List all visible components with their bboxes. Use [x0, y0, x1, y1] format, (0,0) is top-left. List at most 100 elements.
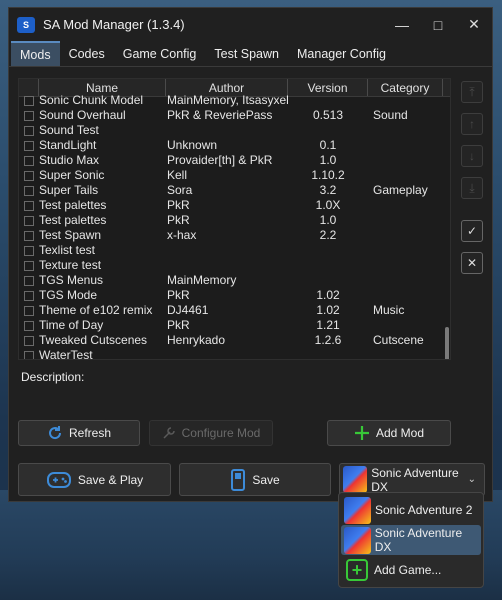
- uncheck-all-button[interactable]: ✕: [461, 252, 483, 274]
- mod-name-cell: Sound Test: [39, 123, 99, 137]
- mod-author-cell: Sora: [167, 183, 193, 197]
- grid-scrollbar[interactable]: [442, 97, 450, 359]
- row-checkbox[interactable]: [19, 348, 39, 359]
- table-row[interactable]: TGS Menus MainMemory: [19, 273, 450, 288]
- table-row[interactable]: StandLight Unknown 0.1: [19, 138, 450, 153]
- dropdown-item-add-game[interactable]: + Add Game...: [341, 555, 481, 585]
- mod-version-cell: 1.2.6: [314, 333, 342, 347]
- close-button[interactable]: ✕: [456, 10, 492, 40]
- move-down-icon: ↓: [469, 149, 475, 163]
- mod-version-cell: 3.2: [319, 183, 337, 197]
- mod-author-cell: Kell: [167, 168, 188, 182]
- row-checkbox[interactable]: [19, 108, 39, 123]
- sonic-adventure-dx-thumbnail: [344, 526, 371, 554]
- table-row[interactable]: Sound Overhaul PkR & ReveriePass 0.513 Soun…: [19, 108, 450, 123]
- table-row[interactable]: Sound Test: [19, 123, 450, 138]
- move-up-button[interactable]: ↑: [461, 113, 483, 135]
- uncheck-all-icon: ✕: [466, 256, 478, 270]
- table-row[interactable]: Texlist test: [19, 243, 450, 258]
- mod-version-cell: [288, 93, 368, 108]
- row-checkbox[interactable]: [19, 213, 39, 228]
- table-row[interactable]: WaterTest: [19, 348, 450, 359]
- row-checkbox[interactable]: [19, 288, 39, 303]
- app-logo-icon: S: [17, 16, 35, 33]
- row-checkbox[interactable]: [19, 153, 39, 168]
- configure-mod-label: Configure Mod: [181, 426, 261, 440]
- mod-name-cell: Theme of e102 remix: [39, 303, 153, 317]
- row-checkbox[interactable]: [19, 123, 39, 138]
- table-row[interactable]: Super Tails Sora 3.2 Gameplay: [19, 183, 450, 198]
- configure-mod-button[interactable]: Configure Mod: [149, 420, 273, 446]
- dropdown-item-label: Sonic Adventure 2: [375, 503, 473, 517]
- row-checkbox[interactable]: [19, 168, 39, 183]
- move-top-button[interactable]: ⤒: [461, 81, 483, 103]
- mod-name-cell: StandLight: [39, 138, 97, 152]
- mod-category-cell: [368, 243, 450, 258]
- row-checkbox[interactable]: [19, 183, 39, 198]
- mod-name-cell: Super Sonic: [39, 168, 105, 182]
- window-title: SA Mod Manager (1.3.4): [43, 17, 185, 32]
- mod-version-cell: 0.1: [319, 138, 337, 152]
- row-checkbox[interactable]: [19, 243, 39, 258]
- row-checkbox[interactable]: [19, 228, 39, 243]
- row-checkbox[interactable]: [19, 93, 39, 108]
- mod-version-cell: 1.02: [316, 288, 340, 302]
- move-bottom-icon: ⤓: [469, 180, 475, 195]
- mod-version-cell: 2.2: [319, 228, 337, 242]
- mod-category-cell: Music: [373, 303, 405, 317]
- table-row[interactable]: Time of Day PkR 1.21: [19, 318, 450, 333]
- row-checkbox[interactable]: [19, 258, 39, 273]
- table-row[interactable]: Texture test: [19, 258, 450, 273]
- tab-test-spawn[interactable]: Test Spawn: [205, 41, 288, 66]
- mod-version-cell: 1.0X: [315, 198, 341, 212]
- table-row[interactable]: Test palettes PkR 1.0: [19, 213, 450, 228]
- table-row[interactable]: Super Sonic Kell 1.10.2: [19, 168, 450, 183]
- table-row[interactable]: Theme of e102 remix DJ4461 1.02 Music: [19, 303, 450, 318]
- game-dropdown: Sonic Adventure 2 Sonic Adventure DX + A…: [338, 492, 484, 588]
- description-label: Description:: [21, 370, 85, 384]
- minimize-button[interactable]: —: [384, 10, 420, 40]
- tab-game-config[interactable]: Game Config: [114, 41, 206, 66]
- mod-category-cell: [368, 198, 450, 213]
- title-bar[interactable]: S SA Mod Manager (1.3.4) — □ ✕: [9, 8, 492, 41]
- move-down-button[interactable]: ↓: [461, 145, 483, 167]
- row-checkbox[interactable]: [19, 273, 39, 288]
- table-row[interactable]: Test palettes PkR 1.0X: [19, 198, 450, 213]
- tab-manager-config[interactable]: Manager Config: [288, 41, 395, 66]
- refresh-icon: [47, 425, 63, 441]
- add-mod-button[interactable]: Add Mod: [327, 420, 451, 446]
- row-checkbox[interactable]: [19, 138, 39, 153]
- mod-author-cell: [166, 123, 288, 138]
- table-row[interactable]: Test Spawn x-hax 2.2: [19, 228, 450, 243]
- row-checkbox[interactable]: [19, 303, 39, 318]
- table-row[interactable]: TGS Mode PkR 1.02: [19, 288, 450, 303]
- row-checkbox[interactable]: [19, 198, 39, 213]
- save-button[interactable]: Save: [179, 463, 331, 496]
- refresh-button[interactable]: Refresh: [18, 420, 140, 446]
- check-all-button[interactable]: ✓: [461, 220, 483, 242]
- refresh-label: Refresh: [68, 426, 112, 440]
- mod-category-cell: [368, 138, 450, 153]
- dropdown-item-sonic-adventure-dx[interactable]: Sonic Adventure DX: [341, 525, 481, 555]
- mod-author-cell: Unknown: [167, 138, 218, 152]
- save-play-button[interactable]: Save & Play: [18, 463, 171, 496]
- mod-author-cell: PkR: [167, 318, 190, 332]
- wrench-icon: [162, 426, 176, 440]
- mod-version-cell: [288, 243, 368, 258]
- mod-author-cell: PkR: [167, 288, 190, 302]
- table-row[interactable]: Tweaked Cutscenes Henrykado 1.2.6 Cutscene: [19, 333, 450, 348]
- table-row[interactable]: Sonic Chunk Model MainMemory, Itsasyxel: [19, 93, 450, 108]
- table-row[interactable]: Studio Max Provaider[th] & PkR 1.0: [19, 153, 450, 168]
- mod-name-cell: Sonic Chunk Model: [39, 93, 144, 107]
- mod-version-cell: [288, 123, 368, 138]
- row-checkbox[interactable]: [19, 318, 39, 333]
- dropdown-item-sonic-adventure-2[interactable]: Sonic Adventure 2: [341, 495, 481, 525]
- maximize-button[interactable]: □: [420, 10, 456, 40]
- tab-codes[interactable]: Codes: [60, 41, 114, 66]
- tab-mods[interactable]: Mods: [11, 41, 60, 66]
- grid-scrollbar-thumb[interactable]: [445, 327, 449, 359]
- mod-category-cell: [368, 153, 450, 168]
- move-bottom-button[interactable]: ⤓: [461, 177, 483, 199]
- row-checkbox[interactable]: [19, 333, 39, 348]
- game-select-value: Sonic Adventure DX: [371, 465, 459, 494]
